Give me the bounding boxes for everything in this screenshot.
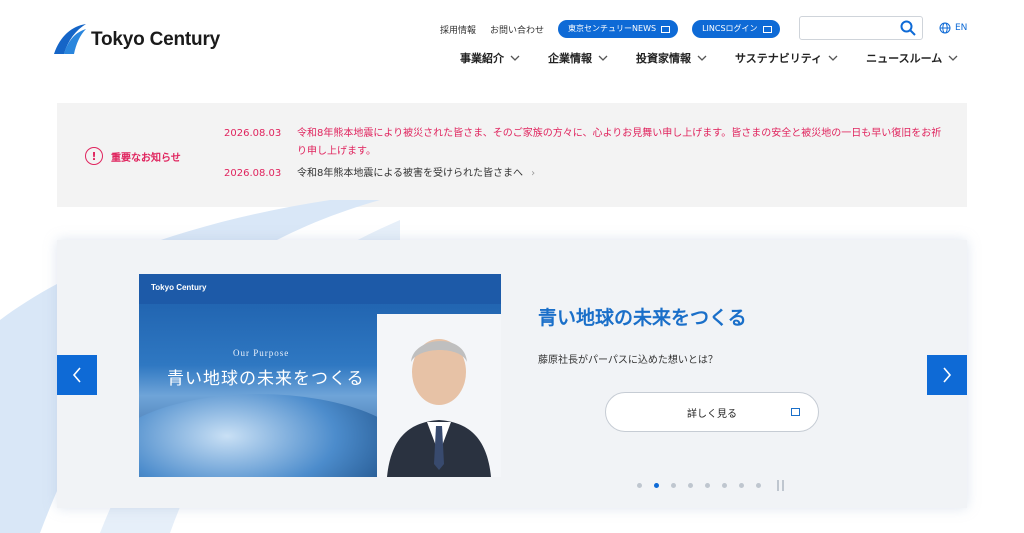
- notice-label: 重要なお知らせ: [111, 152, 181, 164]
- nav-business[interactable]: 事業紹介: [460, 50, 520, 66]
- read-more-label: 詳しく見る: [687, 408, 737, 420]
- notice-item[interactable]: 2026.08.03 令和8年熊本地震による被害を受けられた皆さまへ ›: [224, 165, 944, 183]
- carousel-dot[interactable]: [739, 483, 744, 488]
- main-nav: 事業紹介 企業情報 投資家情報 サステナビリティ ニュースルーム: [460, 50, 986, 66]
- logo-text: Tokyo Century: [91, 29, 221, 50]
- carousel-dot[interactable]: [705, 483, 710, 488]
- notice-link-text: 令和8年熊本地震による被害を受けられた皆さまへ: [297, 168, 524, 179]
- slide-image-purpose: Our Purpose: [233, 348, 290, 358]
- utility-bar: 採用情報 お問い合わせ 東京センチュリーNEWS LINCSログイン: [440, 20, 794, 38]
- search-icon[interactable]: [900, 20, 916, 36]
- notice-item: 2026.08.03 令和8年熊本地震により被災された皆さま、そのご家族の方々に…: [224, 125, 944, 161]
- slide-title: 青い地球の未来をつくる: [538, 307, 747, 329]
- search-input[interactable]: [800, 18, 895, 41]
- nav-label: ニュースルーム: [866, 52, 943, 65]
- pause-icon[interactable]: [777, 480, 787, 491]
- chevron-left-icon: [72, 367, 81, 383]
- carousel-dot-active[interactable]: [654, 483, 659, 488]
- notice-text: 令和8年熊本地震により被災された皆さま、そのご家族の方々に、心よりお見舞い申し上…: [297, 128, 942, 157]
- notice-date: 2026.08.03: [224, 128, 282, 139]
- recruit-link[interactable]: 採用情報: [440, 23, 476, 36]
- search-box: [799, 16, 923, 41]
- language-switch[interactable]: EN: [939, 22, 967, 34]
- news-button-label: 東京センチュリーNEWS: [568, 24, 657, 33]
- lincs-login-button[interactable]: LINCSログイン: [692, 20, 780, 38]
- carousel-dot[interactable]: [688, 483, 693, 488]
- logo-mark-icon: [54, 24, 86, 54]
- nav-label: サステナビリティ: [735, 52, 823, 65]
- slide-image-motto: 青い地球の未来をつくる: [167, 369, 365, 389]
- slide-subtitle: 藤原社長がパーパスに込めた想いとは？: [538, 355, 718, 366]
- globe-icon: [939, 22, 951, 34]
- carousel-prev-button[interactable]: [57, 355, 97, 395]
- slide-image[interactable]: Tokyo Century Our Purpose 青い地球の未来をつくる: [139, 274, 501, 477]
- carousel-dot[interactable]: [722, 483, 727, 488]
- nav-company[interactable]: 企業情報: [548, 50, 608, 66]
- carousel-dot[interactable]: [637, 483, 642, 488]
- news-button[interactable]: 東京センチュリーNEWS: [558, 20, 679, 38]
- chevron-down-icon: [828, 55, 838, 61]
- notice-date: 2026.08.03: [224, 168, 282, 179]
- important-notice-panel: ! 重要なお知らせ 2026.08.03 令和8年熊本地震により被災された皆さま…: [57, 103, 967, 207]
- nav-sustainability[interactable]: サステナビリティ: [735, 50, 838, 66]
- lincs-login-label: LINCSログイン: [702, 24, 758, 33]
- read-more-button[interactable]: 詳しく見る: [605, 392, 819, 432]
- nav-label: 投資家情報: [636, 52, 691, 65]
- carousel-dot[interactable]: [671, 483, 676, 488]
- language-label: EN: [955, 23, 968, 33]
- carousel-next-button[interactable]: [927, 355, 967, 395]
- notice-list: 2026.08.03 令和8年熊本地震により被災された皆さま、そのご家族の方々に…: [224, 125, 944, 187]
- external-link-icon: [762, 25, 772, 33]
- external-link-icon: [791, 408, 800, 416]
- chevron-down-icon: [948, 55, 958, 61]
- chevron-down-icon: [598, 55, 608, 61]
- alert-icon: !: [85, 147, 103, 165]
- tokyo-century-logo[interactable]: Tokyo Century: [50, 20, 220, 60]
- nav-newsroom[interactable]: ニュースルーム: [866, 50, 958, 66]
- chevron-down-icon: [510, 55, 520, 61]
- notice-heading: ! 重要なお知らせ: [85, 147, 181, 165]
- carousel-dots: [637, 480, 787, 491]
- nav-label: 事業紹介: [460, 52, 504, 65]
- nav-label: 企業情報: [548, 52, 592, 65]
- notice-link[interactable]: 令和8年熊本地震による被害を受けられた皆さまへ ›: [297, 165, 942, 183]
- chevron-right-icon: ›: [531, 168, 536, 179]
- hero-carousel: Tokyo Century Our Purpose 青い地球の未来をつくる 青い…: [57, 240, 967, 508]
- external-link-icon: [661, 25, 671, 33]
- carousel-dot[interactable]: [756, 483, 761, 488]
- site-header: Tokyo Century 採用情報 お問い合わせ 東京センチュリーNEWS L…: [0, 0, 1024, 80]
- contact-link[interactable]: お問い合わせ: [490, 23, 544, 36]
- chevron-down-icon: [697, 55, 707, 61]
- chevron-right-icon: [943, 367, 952, 383]
- slide-image-brand: Tokyo Century: [151, 283, 207, 292]
- nav-investors[interactable]: 投資家情報: [636, 50, 707, 66]
- president-portrait: [377, 314, 501, 477]
